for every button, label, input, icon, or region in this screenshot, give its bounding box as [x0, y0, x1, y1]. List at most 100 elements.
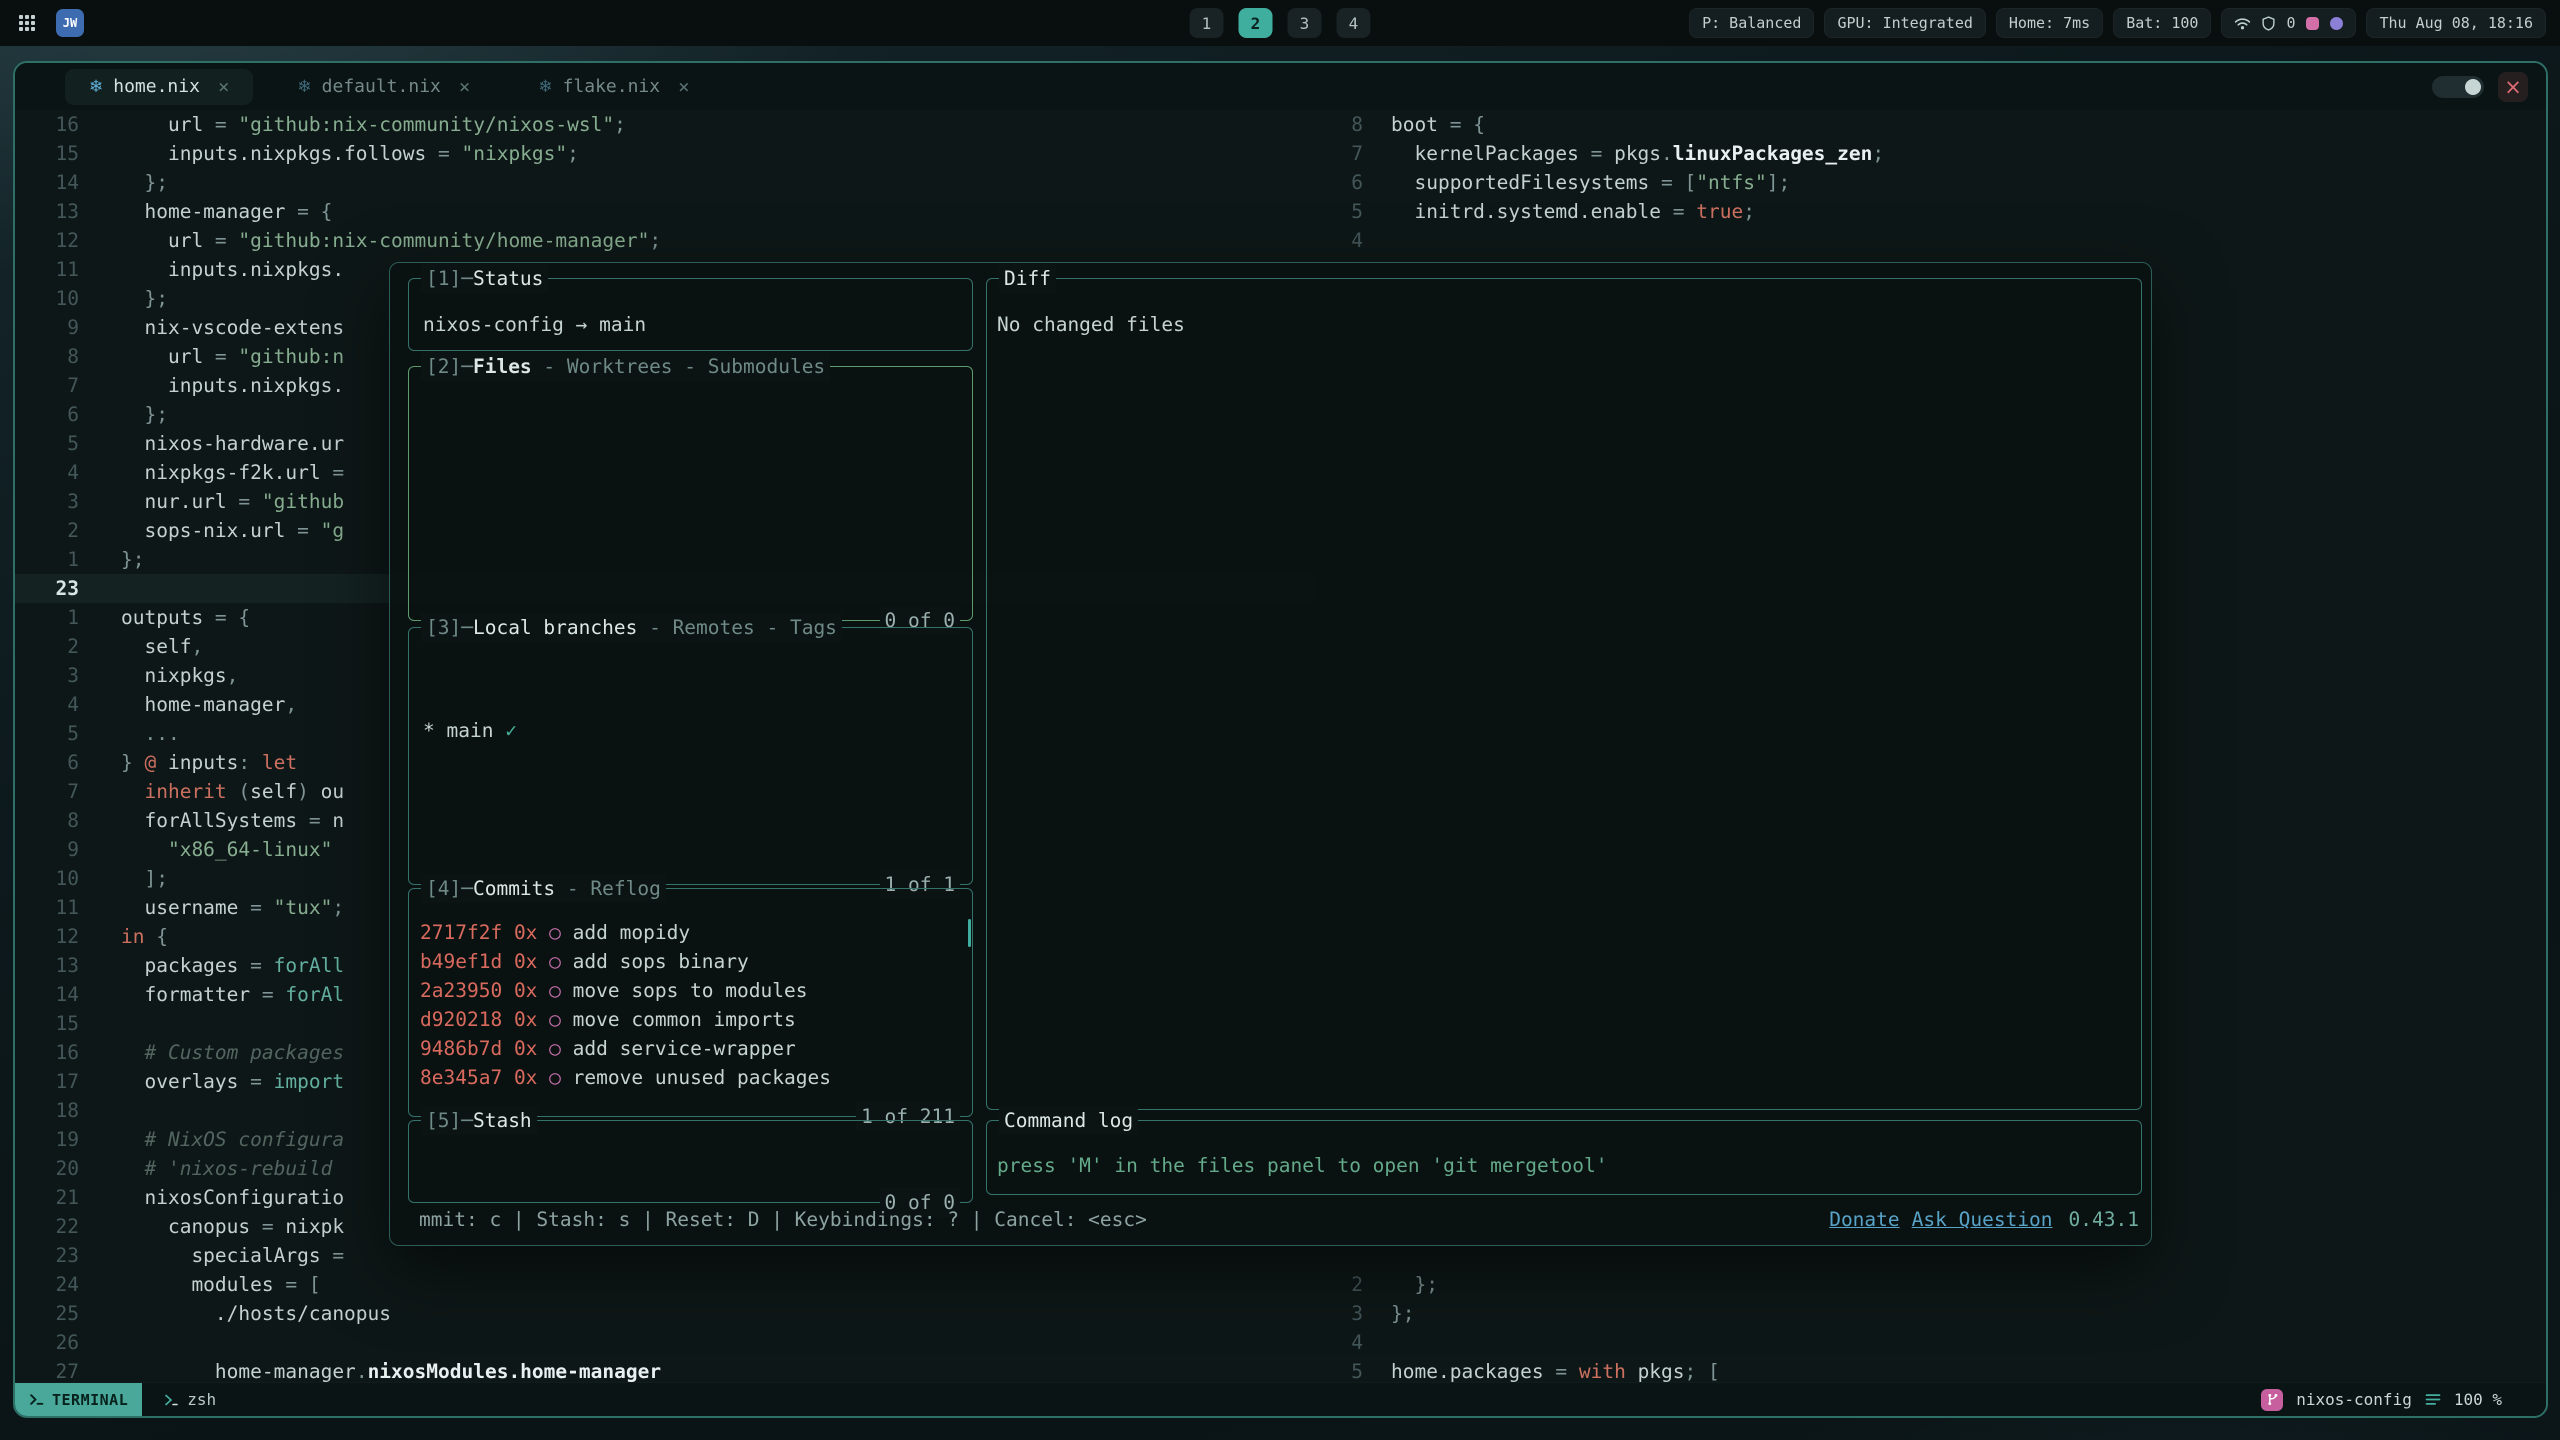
line-number: 6 — [15, 400, 79, 429]
power-profile-chip: P: Balanced — [1689, 8, 1814, 38]
code-line[interactable]: 5 initrd.systemd.enable = true; — [1315, 197, 2546, 226]
line-number: 1 — [15, 603, 79, 632]
scroll-position: 100 % — [2454, 1390, 2502, 1409]
workspace-button-3[interactable]: 3 — [1288, 8, 1322, 38]
lazygit-status-panel[interactable]: [1]─Status nixos-config → main — [408, 278, 973, 351]
code-line[interactable]: 7 kernelPackages = pkgs.linuxPackages_ze… — [1315, 139, 2546, 168]
notification-count: 0 — [2286, 14, 2295, 32]
tab-default-nix[interactable]: ❄ default.nix × — [273, 69, 494, 105]
commit-row[interactable]: 2a23950 0x ○ move sops to modules — [420, 976, 972, 1005]
commit-row[interactable]: 8e345a7 0x ○ remove unused packages — [420, 1063, 972, 1092]
workspace-button-1[interactable]: 1 — [1190, 8, 1224, 38]
line-number: 8 — [15, 342, 79, 371]
code-line[interactable]: 4 — [1315, 226, 2546, 255]
code-line[interactable]: 2 }; — [1315, 1270, 2546, 1299]
line-number: 4 — [15, 690, 79, 719]
tab-home-nix[interactable]: ❄ home.nix × — [65, 69, 253, 105]
line-number: 7 — [15, 777, 79, 806]
line-number: 10 — [15, 284, 79, 313]
line-number: 2 — [15, 516, 79, 545]
code-line[interactable]: 12 url = "github:nix-community/home-mana… — [15, 226, 1315, 255]
line-number: 11 — [15, 893, 79, 922]
code-line[interactable]: 26 — [15, 1328, 1315, 1357]
code-line[interactable]: 13 home-manager = { — [15, 197, 1315, 226]
apps-grid-icon[interactable] — [14, 10, 40, 36]
code-line[interactable]: 6 supportedFilesystems = ["ntfs"]; — [1315, 168, 2546, 197]
diff-content: No changed files — [987, 279, 2141, 339]
line-number: 3 — [15, 661, 79, 690]
code-line[interactable]: 25 ./hosts/canopus — [15, 1299, 1315, 1328]
code-line[interactable]: 24 modules = [ — [15, 1270, 1315, 1299]
line-number: 6 — [15, 748, 79, 777]
lazygit-command-log-panel[interactable]: Command log press 'M' in the files panel… — [986, 1120, 2142, 1195]
lazygit-version: 0.43.1 — [2069, 1205, 2139, 1234]
line-number: 4 — [15, 458, 79, 487]
line-number: 16 — [15, 1038, 79, 1067]
line-number: 5 — [1315, 1357, 1363, 1382]
app-logo[interactable]: JW — [56, 9, 84, 37]
code-line[interactable]: 14 }; — [15, 168, 1315, 197]
ask-question-link[interactable]: Ask Question — [1912, 1205, 2053, 1234]
clock[interactable]: Thu Aug 08, 18:16 — [2366, 8, 2546, 38]
line-number: 25 — [15, 1299, 79, 1328]
lazygit-files-panel[interactable]: [2]─Files - Worktrees - Submodules 0 of … — [408, 366, 973, 621]
check-icon: ✓ — [505, 719, 517, 742]
line-number: 8 — [1315, 110, 1363, 139]
workspace-button-4[interactable]: 4 — [1337, 8, 1371, 38]
toggle-knob — [2465, 79, 2481, 95]
lazygit-commits-panel[interactable]: [4]─Commits - Reflog 2717f2f 0x ○ add mo… — [408, 888, 973, 1117]
system-tray[interactable]: 0 — [2221, 8, 2356, 38]
code-line[interactable]: 16 url = "github:nix-community/nixos-wsl… — [15, 110, 1315, 139]
line-number: 4 — [1315, 1328, 1363, 1357]
commit-row[interactable]: b49ef1d 0x ○ add sops binary — [420, 947, 972, 976]
desktop: JW 1234 P: Balanced GPU: Integrated Home… — [0, 0, 2560, 1440]
branch-row[interactable]: * main ✓ — [423, 716, 972, 745]
line-number: 22 — [15, 1212, 79, 1241]
shield-icon — [2262, 16, 2275, 31]
line-number: 4 — [1315, 226, 1363, 255]
workspace-button-2[interactable]: 2 — [1239, 8, 1273, 38]
tab-close-icon[interactable]: × — [210, 76, 229, 98]
donate-link[interactable]: Donate — [1829, 1205, 1899, 1234]
tab-close-icon[interactable]: × — [670, 76, 689, 98]
lazygit-keybar: mmit: c | Stash: s | Reset: D | Keybindi… — [419, 1205, 2139, 1234]
bluetooth-icon — [2330, 17, 2343, 30]
line-number: 5 — [15, 719, 79, 748]
workspace-switcher: 1234 — [1190, 8, 1371, 38]
line-number: 18 — [15, 1096, 79, 1125]
commit-row[interactable]: 9486b7d 0x ○ add service-wrapper — [420, 1034, 972, 1063]
code-line[interactable]: 15 inputs.nixpkgs.follows = "nixpkgs"; — [15, 139, 1315, 168]
code-line[interactable]: 27 home-manager.nixosModules.home-manage… — [15, 1357, 1315, 1382]
line-number: 13 — [15, 197, 79, 226]
statusbar: TERMINAL zsh nixos-config — [15, 1382, 2546, 1416]
code-line[interactable]: 4 — [1315, 1328, 2546, 1357]
tab-label: home.nix — [113, 76, 200, 97]
lazygit-stash-panel[interactable]: [5]─Stash 0 of 0 — [408, 1120, 973, 1203]
commit-row[interactable]: 2717f2f 0x ○ add mopidy — [420, 918, 972, 947]
window-pin-toggle[interactable] — [2432, 76, 2484, 98]
lazygit-diff-panel[interactable]: Diff No changed files — [986, 278, 2142, 1110]
line-number: 15 — [15, 1009, 79, 1038]
window-close-button[interactable]: × — [2498, 72, 2528, 102]
line-number: 9 — [15, 313, 79, 342]
terminal-icon — [29, 1393, 44, 1406]
shell-icon — [164, 1394, 178, 1406]
line-number: 24 — [15, 1270, 79, 1299]
shell-indicator[interactable]: zsh — [164, 1390, 216, 1409]
lazygit-branches-panel[interactable]: [3]─Local branches - Remotes - Tags * ma… — [408, 627, 973, 885]
commits-scrollbar[interactable] — [968, 919, 971, 947]
line-number: 12 — [15, 922, 79, 951]
line-number: 23 — [15, 574, 79, 603]
code-line[interactable]: 8boot = { — [1315, 110, 2546, 139]
code-line[interactable]: 3}; — [1315, 1299, 2546, 1328]
tab-flake-nix[interactable]: ❄ flake.nix × — [514, 69, 713, 105]
commit-row[interactable]: d920218 0x ○ move common imports — [420, 1005, 972, 1034]
lines-icon — [2425, 1393, 2441, 1406]
command-log-content: press 'M' in the files panel to open 'gi… — [987, 1121, 2141, 1180]
git-icon — [2261, 1389, 2283, 1411]
tab-close-icon[interactable]: × — [451, 76, 470, 98]
code-line[interactable]: 5home.packages = with pkgs; [ — [1315, 1357, 2546, 1382]
line-number: 21 — [15, 1183, 79, 1212]
color-picker-icon — [2306, 17, 2319, 30]
line-number: 9 — [15, 835, 79, 864]
